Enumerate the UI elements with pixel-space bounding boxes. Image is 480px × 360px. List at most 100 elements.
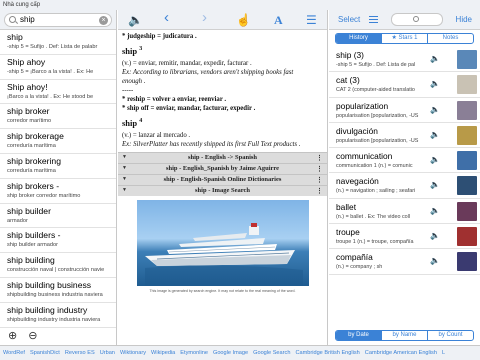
history-item[interactable]: troupe troupe 1 (n.) = troupe, compañía 🔈 — [329, 224, 480, 250]
history-item[interactable]: ship (3) -ship 5 = Sufijo . Def: Lista de… — [329, 47, 480, 73]
speaker-icon[interactable]: 🔈 — [430, 54, 440, 63]
word-list-item[interactable]: ship -ship 5 = Sufijo . Def: Lista de pal… — [0, 30, 116, 55]
dictionary-link[interactable]: L — [442, 350, 445, 356]
section-online-dictionaries[interactable]: ▼ ship - English-Spanish Online Dictionar… — [118, 173, 327, 185]
speaker-icon[interactable]: 🔈 — [430, 130, 440, 139]
history-item[interactable]: cat (3) CAT 2 (computer-aided translatio 🔈 — [329, 72, 480, 98]
search-input[interactable]: ship × — [4, 13, 112, 27]
word-list-word: Ship ahoy! — [7, 81, 48, 92]
collapse-triangle-icon: ▼ — [122, 154, 127, 160]
dictionary-link[interactable]: WordRef — [3, 350, 25, 356]
word-list-item[interactable]: ship brokers - ship broker corredor marít… — [0, 179, 116, 204]
section-image-search[interactable]: ▼ ship - Image Search ⋮ — [118, 184, 327, 196]
search-icon — [9, 16, 16, 23]
word-list-item[interactable]: ship brokerage correduría marítima — [0, 129, 116, 154]
word-list-item[interactable]: ship builder armador — [0, 204, 116, 229]
history-definition: popularisation [popularization, -US — [336, 137, 419, 144]
back-arrow-icon[interactable]: ‹ — [164, 10, 169, 26]
history-definition: -ship 5 = Sufijo . Def: Lista de pal — [336, 62, 416, 68]
forward-arrow-icon[interactable]: › — [202, 10, 207, 26]
word-list-definition: correduría marítima — [7, 143, 56, 150]
select-button[interactable]: Select — [338, 15, 360, 24]
word-list-item[interactable]: Ship ahoy! ¡Barco a la vista! . Ex: He st… — [0, 80, 116, 105]
tab-stars[interactable]: ★ Stars 1 — [382, 34, 428, 43]
dictionary-link[interactable]: Etymonline — [180, 350, 208, 356]
dictionary-link[interactable]: Cambridge American English — [365, 350, 437, 356]
more-icon[interactable]: ⋮ — [316, 175, 323, 185]
status-bar: Nhà cung cấp — [0, 0, 480, 10]
history-search-input[interactable] — [391, 13, 443, 26]
more-icon[interactable]: ⋮ — [316, 186, 323, 196]
word-list-item[interactable]: ship brokering correduría marítima — [0, 154, 116, 179]
example-line: Ex: SilverPlatter has recently shipped i… — [122, 140, 301, 148]
word-list-item[interactable]: ship broker corredor marítimo — [0, 104, 116, 130]
word-list-panel: ship × ship -ship 5 = Sufijo . Def: Lista… — [0, 10, 117, 345]
definition-line: (v.) = enviar, remitir, mandar, expedir,… — [122, 59, 252, 67]
sort-by-date[interactable]: by Date — [336, 331, 382, 340]
speaker-icon[interactable]: 🔈 — [430, 105, 440, 114]
history-item[interactable]: popularization popularisation [populariza… — [329, 98, 480, 123]
word-list-item[interactable]: Ship ahoy -ship 5 = ¡Barco a la vista! . … — [0, 55, 116, 80]
dictionary-link[interactable]: SpanishDict — [30, 350, 60, 356]
section-english-spanish[interactable]: ▼ ship - English -> Spanish ⋮ — [118, 151, 327, 163]
sort-tabs: by Date by Name by Count — [335, 330, 474, 341]
speaker-icon[interactable]: 🔈 — [430, 79, 440, 88]
word-list-word: ship — [7, 32, 23, 42]
speaker-icon[interactable]: 🔈 — [430, 256, 440, 265]
search-bar: ship × — [0, 10, 116, 30]
example-line: Ex: According to librarians, vendors are… — [122, 68, 294, 76]
zoom-out-icon[interactable]: ⊖ — [28, 329, 37, 342]
sort-by-count[interactable]: by Count — [428, 331, 473, 340]
dictionary-link[interactable]: Cambridge British English — [295, 350, 359, 356]
ship-image[interactable] — [136, 199, 309, 286]
history-item[interactable]: navegación (n.) = navigation ; sailing ; … — [329, 173, 480, 199]
tab-history[interactable]: History — [336, 34, 382, 43]
word-list-definition: shipbuilding business industria naviera — [7, 291, 103, 298]
dictionary-link[interactable]: Google Search — [253, 350, 290, 356]
word-list-item[interactable]: ship building industry shipbuilding indus… — [0, 303, 116, 328]
word-list-item[interactable]: ship building construcción naval | constr… — [0, 253, 116, 278]
word-list-item[interactable]: ship builders - ship builder armador — [0, 228, 116, 254]
font-size-icon[interactable]: A — [274, 12, 283, 28]
example-line: enough . — [122, 77, 146, 85]
tab-notes[interactable]: Notes — [428, 34, 473, 43]
speaker-icon[interactable]: 🔈 — [128, 12, 143, 28]
more-icon[interactable]: ⋮ — [316, 153, 323, 163]
list-menu-icon[interactable] — [369, 16, 378, 23]
word-list-word: ship brokerage — [7, 131, 64, 142]
hand-pointer-icon[interactable]: ☝ — [236, 12, 251, 28]
history-item[interactable]: ballet (n.) = ballet . Ex: The video coll… — [329, 199, 480, 225]
definition-panel: 🔈 ‹ › ☝ A ☰ * judgeship = judicatura . s… — [118, 10, 328, 345]
hide-button[interactable]: Hide — [456, 15, 472, 24]
speaker-icon[interactable]: 🔈 — [430, 206, 440, 215]
definition-line: * judgeship = judicatura . — [122, 33, 197, 40]
word-list-definition: construcción naval | construcción navie — [7, 267, 105, 274]
headword-3: ship 3 — [122, 45, 143, 56]
more-icon[interactable]: ⋮ — [316, 164, 323, 174]
history-item[interactable]: divulgación popularisation [popularizatio… — [329, 123, 480, 149]
dictionary-link[interactable]: Wiktionary — [120, 350, 146, 356]
search-icon — [413, 16, 419, 22]
clear-search-icon[interactable]: × — [99, 16, 108, 25]
speaker-icon[interactable]: 🔈 — [430, 180, 440, 189]
definition-line: * ship off = enviar, mandar, facturar, e… — [122, 104, 256, 112]
history-item[interactable]: compañía (n.) = company ; sh 🔈 — [329, 249, 480, 275]
speaker-icon[interactable]: 🔈 — [430, 155, 440, 164]
dictionary-link[interactable]: Urban — [100, 350, 115, 356]
word-list-item[interactable]: ship building business shipbuilding busin… — [0, 278, 116, 303]
section-aguirre[interactable]: ▼ ship - English_Spanish by Jaime Aguirre… — [118, 162, 327, 174]
speaker-icon[interactable]: 🔈 — [430, 231, 440, 240]
dictionary-link[interactable]: Reverso ES — [65, 350, 95, 356]
dictionary-link[interactable]: Google Image — [213, 350, 248, 356]
history-thumbnail — [457, 100, 477, 120]
menu-icon[interactable]: ☰ — [306, 12, 317, 28]
word-list-word: Ship ahoy — [7, 56, 46, 67]
history-thumbnail — [457, 125, 477, 145]
dictionary-link[interactable]: Wikipedia — [151, 350, 175, 356]
history-item[interactable]: communication communication 1 (n.) = comu… — [329, 148, 480, 174]
word-list-word: ship builder — [7, 205, 51, 216]
sort-by-name[interactable]: by Name — [382, 331, 428, 340]
collapse-triangle-icon: ▼ — [122, 176, 127, 182]
word-list-definition: ship builder armador — [7, 242, 58, 249]
zoom-in-icon[interactable]: ⊕ — [8, 329, 17, 342]
